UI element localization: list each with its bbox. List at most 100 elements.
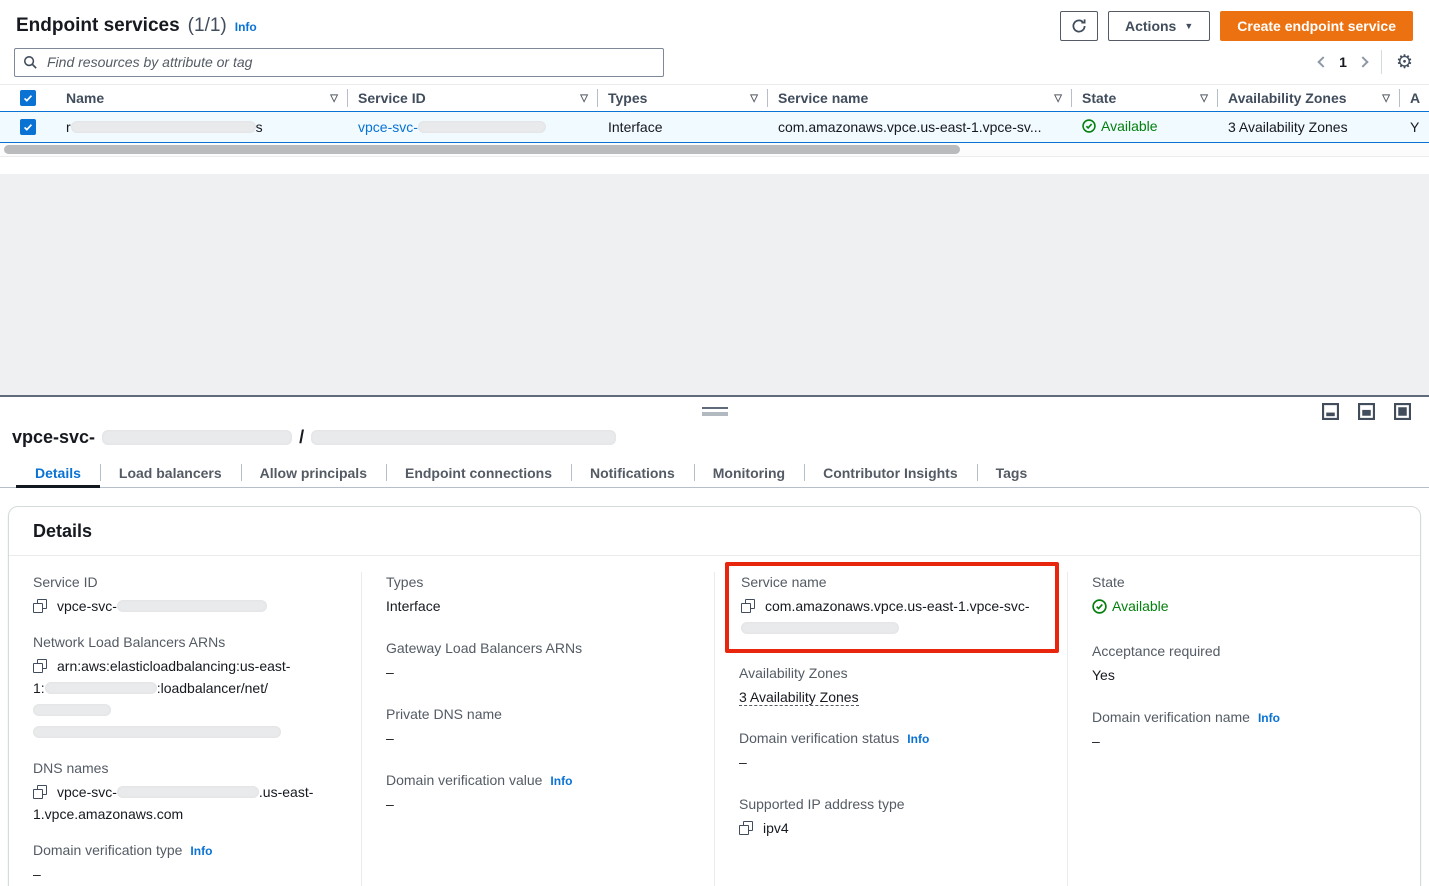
- pagination: 1 ⚙: [1319, 50, 1413, 74]
- column-header-acceptance-truncated[interactable]: A: [1400, 85, 1429, 111]
- field-state: State Available: [1092, 574, 1396, 620]
- column-header-state[interactable]: State▽: [1072, 85, 1218, 111]
- panel-size-large-icon[interactable]: [1394, 403, 1411, 420]
- search-icon: [23, 55, 38, 70]
- field-label: Types: [386, 574, 423, 590]
- split-panel: vpce-svc- / DetailsLoad balancersAllow p…: [0, 395, 1429, 886]
- endpoint-services-table: Name▽ Service ID▽ Types▽ Service name▽ S…: [0, 84, 1429, 174]
- info-link[interactable]: Info: [190, 844, 212, 858]
- status-available-icon: [1092, 599, 1107, 614]
- tab-load-balancers[interactable]: Load balancers: [100, 458, 241, 487]
- copy-icon[interactable]: [33, 659, 47, 673]
- select-all-checkbox[interactable]: [20, 90, 36, 106]
- tab-endpoint-connections[interactable]: Endpoint connections: [386, 458, 571, 487]
- field-label: State: [1092, 574, 1125, 590]
- details-card-heading: Details: [9, 507, 1420, 556]
- table-row[interactable]: rs vpce-svc- Interface com.amazonaws.vpc…: [0, 112, 1429, 143]
- panel-size-medium-icon[interactable]: [1358, 403, 1375, 420]
- column-header-name[interactable]: Name▽: [56, 85, 348, 111]
- row-checkbox[interactable]: [20, 119, 36, 135]
- search-box[interactable]: [14, 48, 664, 77]
- panel-size-controls: [1322, 403, 1411, 420]
- info-link[interactable]: Info: [907, 732, 929, 746]
- field-domain-verification-type: Domain verification typeInfo –: [33, 842, 337, 885]
- refresh-icon: [1071, 18, 1087, 34]
- field-service-id: Service ID vpce-svc-: [33, 574, 337, 617]
- horizontal-scrollbar: [0, 143, 1429, 157]
- field-label: Service ID: [33, 574, 98, 590]
- table-header-row: Name▽ Service ID▽ Types▽ Service name▽ S…: [0, 85, 1429, 112]
- availability-zones-link[interactable]: 3 Availability Zones: [1228, 119, 1348, 135]
- drag-handle[interactable]: [702, 407, 728, 416]
- create-endpoint-service-button[interactable]: Create endpoint service: [1220, 11, 1413, 41]
- pagination-next-icon[interactable]: [1357, 56, 1368, 67]
- scrollbar-thumb[interactable]: [4, 145, 960, 154]
- pagination-page-number[interactable]: 1: [1339, 54, 1347, 70]
- availability-zones-link[interactable]: 3 Availability Zones: [739, 689, 859, 706]
- tab-tags[interactable]: Tags: [977, 458, 1047, 487]
- search-row: 1 ⚙: [0, 44, 1429, 84]
- cell-service-id: vpce-svc-: [348, 119, 598, 135]
- actions-button[interactable]: Actions ▼: [1108, 11, 1210, 41]
- pagination-previous-icon[interactable]: [1317, 56, 1328, 67]
- column-header-availability-zones[interactable]: Availability Zones▽: [1218, 85, 1400, 111]
- settings-gear-icon[interactable]: ⚙: [1396, 53, 1413, 72]
- search-input[interactable]: [45, 53, 655, 71]
- field-label: Domain verification type: [33, 842, 182, 858]
- redacted-text: [71, 121, 256, 133]
- redacted-text: [33, 704, 111, 716]
- field-label: Service name: [741, 574, 827, 590]
- tab-notifications[interactable]: Notifications: [571, 458, 694, 487]
- redacted-text: [33, 726, 281, 738]
- sort-indicator-icon: ▽: [750, 93, 758, 104]
- copy-icon[interactable]: [741, 599, 755, 613]
- cell-availability-zones: 3 Availability Zones: [1218, 119, 1400, 135]
- field-label: Gateway Load Balancers ARNs: [386, 640, 582, 656]
- sort-indicator-icon: ▽: [330, 93, 338, 104]
- details-column-2: Types Interface Gateway Load Balancers A…: [361, 572, 714, 886]
- info-link[interactable]: Info: [550, 774, 572, 788]
- field-dns-names: DNS names vpce-svc-.us-east- 1.vpce.amaz…: [33, 760, 337, 825]
- field-label: Private DNS name: [386, 706, 502, 722]
- check-icon: [22, 92, 34, 104]
- field-label: Domain verification status: [739, 730, 899, 746]
- status-available-icon: [1082, 119, 1096, 133]
- copy-icon[interactable]: [33, 785, 47, 799]
- cell-types: Interface: [598, 119, 768, 135]
- tab-contributor-insights[interactable]: Contributor Insights: [804, 458, 977, 487]
- refresh-button[interactable]: [1060, 11, 1098, 41]
- cell-service-name: com.amazonaws.vpce.us-east-1.vpce-sv...: [768, 119, 1072, 135]
- field-nlb-arns: Network Load Balancers ARNs arn:aws:elas…: [33, 634, 337, 743]
- column-header-service-name[interactable]: Service name▽: [768, 85, 1072, 111]
- field-label: Availability Zones: [739, 665, 848, 681]
- cell-name: rs: [56, 119, 348, 135]
- column-header-types[interactable]: Types▽: [598, 85, 768, 111]
- copy-icon[interactable]: [33, 599, 47, 613]
- redacted-text: [418, 121, 546, 133]
- service-id-link[interactable]: vpce-svc-: [358, 119, 546, 135]
- field-label: DNS names: [33, 760, 108, 776]
- tab-details[interactable]: Details: [16, 458, 100, 487]
- redacted-text: [45, 682, 157, 694]
- tabs: DetailsLoad balancersAllow principalsEnd…: [0, 458, 1429, 488]
- column-header-service-id[interactable]: Service ID▽: [348, 85, 598, 111]
- info-link[interactable]: Info: [1258, 711, 1280, 725]
- header-info-link[interactable]: Info: [235, 20, 257, 34]
- cell-acceptance-truncated: Y: [1400, 119, 1429, 135]
- field-label: Domain verification name: [1092, 709, 1250, 725]
- field-acceptance-required: Acceptance required Yes: [1092, 643, 1396, 686]
- page-background-gap: [0, 174, 1429, 395]
- sort-indicator-icon: ▽: [1200, 93, 1208, 104]
- panel-size-small-icon[interactable]: [1322, 403, 1339, 420]
- tab-allow-principals[interactable]: Allow principals: [241, 458, 386, 487]
- field-types: Types Interface: [386, 574, 690, 617]
- caret-down-icon: ▼: [1184, 21, 1193, 31]
- split-panel-title: vpce-svc- /: [0, 427, 1429, 448]
- redacted-text: [117, 786, 259, 798]
- title-area: Endpoint services (1/1) Info: [16, 15, 257, 37]
- page-title: Endpoint services: [16, 15, 180, 37]
- copy-icon[interactable]: [739, 821, 753, 835]
- red-annotation-box: Service name com.amazonaws.vpce.us-east-…: [725, 562, 1059, 653]
- cell-state: Available: [1072, 118, 1218, 136]
- tab-monitoring[interactable]: Monitoring: [694, 458, 804, 487]
